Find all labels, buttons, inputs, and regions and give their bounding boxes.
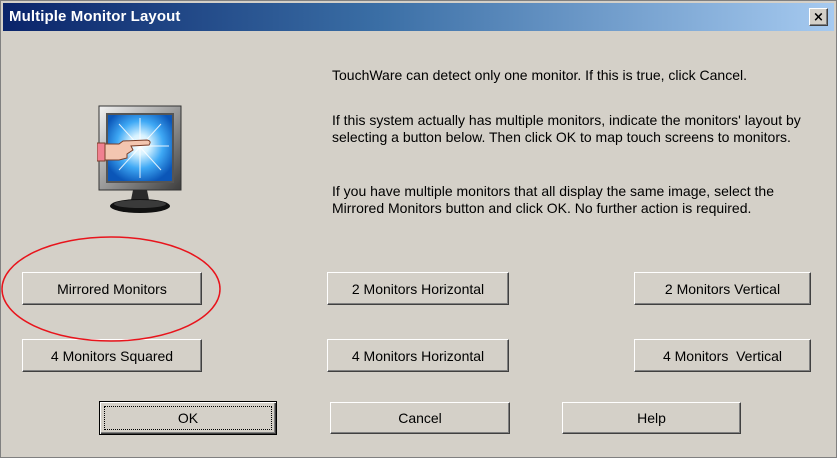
title-bar[interactable]: Multiple Monitor Layout × [3, 3, 834, 31]
info-text-single-monitor: TouchWare can detect only one monitor. I… [332, 67, 748, 83]
close-icon: × [813, 9, 824, 25]
help-label: Help [637, 410, 666, 426]
window-title: Multiple Monitor Layout [9, 8, 181, 25]
four-monitors-vertical-button[interactable]: 4 Monitors Vertical [634, 339, 811, 372]
four-monitors-squared-button[interactable]: 4 Monitors Squared [22, 339, 202, 372]
mirrored-monitors-button[interactable]: Mirrored Monitors [22, 272, 202, 305]
four-monitors-vertical-label: 4 Monitors Vertical [662, 347, 783, 364]
two-monitors-horizontal-label: 2 Monitors Horizontal [351, 280, 485, 297]
info-text-mirrored: If you have multiple monitors that all d… [332, 183, 774, 216]
help-button[interactable]: Help [562, 402, 741, 434]
four-monitors-horizontal-label: 4 Monitors Horizontal [351, 347, 485, 364]
mirrored-monitors-label: Mirrored Monitors [57, 280, 167, 297]
two-monitors-horizontal-button[interactable]: 2 Monitors Horizontal [327, 272, 509, 305]
cancel-button[interactable]: Cancel [330, 402, 510, 434]
dialog-window: Multiple Monitor Layout × TouchWare can … [0, 0, 837, 458]
close-button[interactable]: × [809, 8, 828, 26]
monitor-touch-icon [97, 105, 182, 213]
four-monitors-horizontal-button[interactable]: 4 Monitors Horizontal [327, 339, 509, 372]
four-monitors-squared-label: 4 Monitors Squared [50, 347, 174, 364]
two-monitors-vertical-label: 2 Monitors Vertical [664, 280, 781, 297]
info-text-multiple-monitors: If this system actually has multiple mon… [332, 112, 801, 145]
ok-button[interactable]: OK [99, 401, 277, 435]
two-monitors-vertical-button[interactable]: 2 Monitors Vertical [634, 272, 811, 305]
ok-label: OK [177, 410, 199, 426]
cancel-label: Cancel [398, 410, 442, 426]
